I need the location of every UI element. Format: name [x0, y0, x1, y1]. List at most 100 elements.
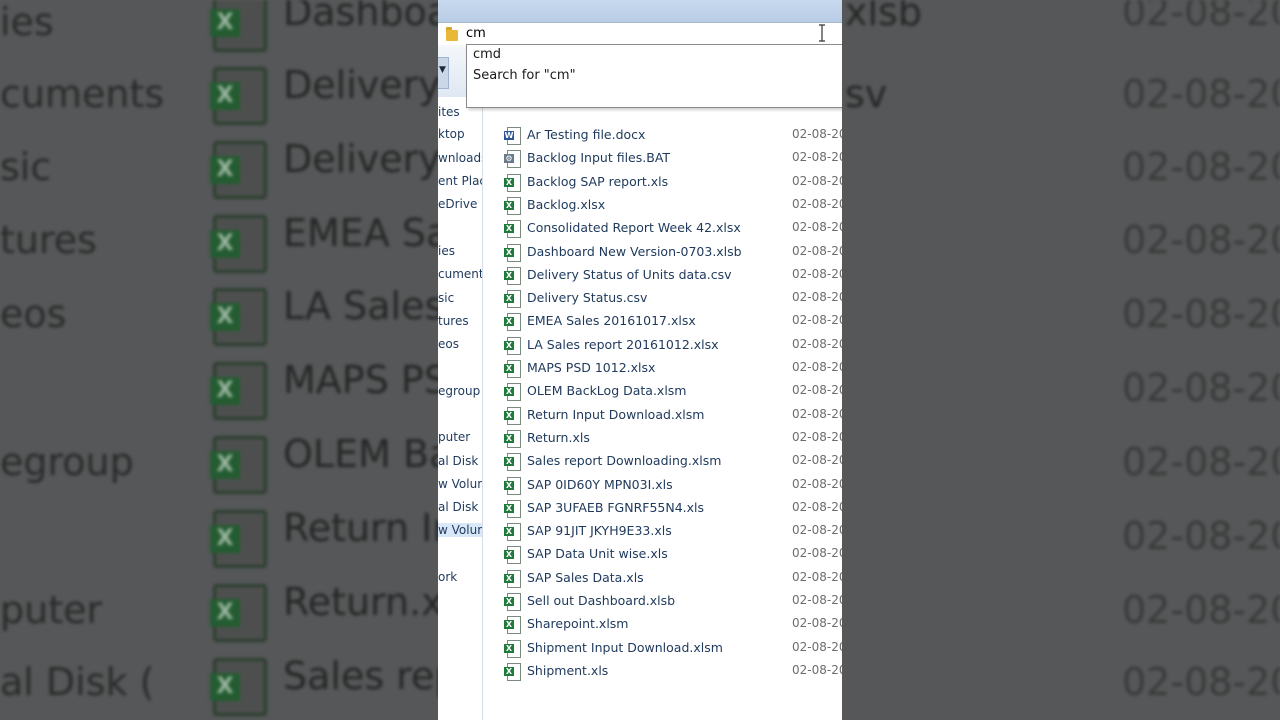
file-name: SAP 0ID60Y MPN03I.xls [527, 476, 673, 492]
nav-item-local-disk[interactable]: al Disk ( [438, 500, 482, 514]
file-row[interactable]: ⚙ Backlog Input files.BAT 02-08-20 [486, 147, 842, 170]
file-name: EMEA Sales 20161017.xlsx [527, 313, 696, 329]
file-name: Shipment Input Download.xlsm [527, 639, 723, 655]
file-row[interactable]: X SAP 0ID60Y MPN03I.xls 02-08-20 [486, 474, 842, 497]
nav-item-homegroup[interactable]: egroup [438, 384, 480, 398]
file-row[interactable]: X Delivery Status.csv 02-08-20 [486, 287, 842, 310]
file-row[interactable]: X Backlog.xlsx 02-08-20 [486, 194, 842, 217]
excel-file-icon: X [210, 584, 267, 642]
file-date: 02-08-20 [792, 150, 842, 165]
file-row[interactable]: X Delivery Status of Units data.csv 02-08-… [486, 264, 842, 287]
nav-item-videos[interactable]: eos [438, 337, 459, 351]
file-row[interactable]: X Backlog SAP report.xls 02-08-20 [486, 171, 842, 194]
excel-file-icon: X [504, 406, 521, 425]
file-row[interactable]: X Return.xls 02-08-20 [486, 427, 842, 450]
excel-file-icon: X [504, 593, 521, 611]
excel-file-icon: X [210, 362, 267, 420]
bg-file-name: Delivery [283, 63, 441, 107]
file-name: OLEM BackLog Data.xlsm [527, 383, 687, 399]
excel-file-icon: X [210, 510, 267, 568]
bg-file-name: Sales rep [283, 654, 459, 698]
bg-sidebar-item: puter [0, 588, 103, 632]
address-bar[interactable]: cm [438, 22, 842, 46]
file-date: 02-08-20 [792, 266, 842, 281]
file-name: Backlog Input files.BAT [527, 150, 671, 166]
bg-date: 02-08-20 [1122, 440, 1280, 484]
file-row[interactable]: X Consolidated Report Week 42.xlsx 02-08-2… [486, 217, 842, 240]
file-row[interactable]: X Sales report Downloading.xlsm 02-08-20 [486, 450, 842, 473]
file-row[interactable]: X OLEM BackLog Data.xlsm 02-08-20 [486, 380, 842, 403]
file-row[interactable]: X Return Input Download.xlsm 02-08-20 [486, 404, 842, 427]
excel-file-icon: X [210, 0, 267, 52]
bg-date: 02-08-20 [1122, 588, 1280, 632]
excel-file-icon: X [504, 220, 521, 239]
nav-item-network[interactable]: ork [438, 570, 457, 584]
bg-date: 02-08-20 [1122, 72, 1280, 116]
excel-file-icon: X [210, 658, 267, 716]
file-row[interactable]: X SAP 3UFAEB FGNRF55N4.xls 02-08-20 [486, 497, 842, 520]
file-name: Sharepoint.xlsm [527, 616, 629, 632]
autocomplete-dropdown: cmd Search for "cm" [466, 44, 842, 108]
bg-sidebar-item: cuments [0, 72, 165, 116]
nav-item-favorites[interactable]: ites [438, 105, 460, 119]
file-date: 02-08-20 [792, 662, 842, 677]
file-date: 02-08-20 [792, 336, 842, 351]
file-row[interactable]: X Sharepoint.xlsm 02-08-20 [486, 613, 842, 636]
title-bar[interactable] [438, 0, 842, 22]
bg-sidebar-item: eos [0, 292, 67, 336]
excel-file-icon: X [504, 453, 521, 472]
nav-item-recent-places[interactable]: ent Plac [438, 174, 482, 188]
nav-item-pictures[interactable]: tures [438, 314, 469, 328]
excel-file-icon: X [504, 616, 521, 635]
nav-item-desktop[interactable]: ktop [438, 127, 465, 141]
excel-file-icon: X [504, 360, 521, 378]
file-row[interactable]: X SAP 91JIT JKYH9E33.xls 02-08-20 [486, 520, 842, 543]
file-row[interactable]: X MAPS PSD 1012.xlsx 02-08-20 [486, 357, 842, 380]
file-date: 02-08-20 [792, 453, 842, 468]
nav-item-documents[interactable]: cuments [438, 267, 482, 281]
bg-date: 02-08-20 [1122, 660, 1280, 704]
bg-file-name: MAPS PS [283, 358, 448, 402]
excel-file-icon: X [504, 499, 521, 518]
file-row[interactable]: X Shipment.xls 02-08-20 [486, 660, 842, 683]
nav-item-computer[interactable]: puter [438, 430, 470, 444]
bg-sidebar-item: ies [0, 0, 54, 44]
file-row[interactable]: X Shipment Input Download.xlsm 02-08-20 [486, 637, 842, 660]
excel-file-icon: X [210, 141, 267, 199]
nav-item-new-volume[interactable]: w Volum [438, 477, 482, 491]
nav-item-new-volume-selected[interactable]: w Volum [438, 523, 482, 537]
file-row[interactable]: X SAP Sales Data.xls 02-08-20 [486, 567, 842, 590]
excel-file-icon: X [504, 383, 521, 402]
file-row[interactable]: X Sell out Dashboard.xlsb 02-08-20 [486, 590, 842, 613]
nav-item-libraries[interactable]: ies [438, 244, 455, 258]
file-name: SAP Data Unit wise.xls [527, 546, 668, 562]
nav-item-downloads[interactable]: wnloads [438, 151, 482, 165]
file-row[interactable]: X Dashboard New Version-0703.xlsb 02-08-20 [486, 241, 842, 264]
bg-date: 02-08-20 [1122, 366, 1280, 410]
file-row[interactable]: X EMEA Sales 20161017.xlsx 02-08-20 [486, 310, 842, 333]
nav-item-local-disk[interactable]: al Disk ( [438, 454, 482, 468]
excel-file-icon: X [504, 266, 521, 285]
file-list: W Ar Testing file.docx 02-08-20 ⚙ Backlog In… [486, 100, 842, 720]
file-row[interactable]: W Ar Testing file.docx 02-08-20 [486, 124, 842, 147]
file-date: 02-08-20 [792, 406, 842, 421]
excel-file-icon: X [504, 546, 521, 565]
file-row[interactable]: X LA Sales report 20161012.xlsx 02-08-20 [486, 334, 842, 357]
file-row[interactable]: X SAP Data Unit wise.xls 02-08-20 [486, 543, 842, 566]
excel-file-icon: X [504, 173, 521, 192]
autocomplete-item-search[interactable]: Search for "cm" [473, 68, 576, 83]
file-name: MAPS PSD 1012.xlsx [527, 360, 656, 375]
file-name: Return.xls [527, 429, 590, 445]
autocomplete-item-cmd[interactable]: cmd [473, 47, 501, 62]
address-input[interactable]: cm [466, 26, 486, 41]
bg-file-name: OLEM Ba [283, 432, 453, 476]
bg-sidebar-item: egroup [0, 440, 134, 484]
bg-file-name: Dashboa [283, 0, 451, 34]
bg-file-type: xlsb [845, 0, 922, 34]
excel-file-icon: X [504, 313, 521, 332]
background-sidebar: ies cuments sic tures eos egroup puter a… [0, 0, 164, 720]
nav-item-music[interactable]: sic [438, 291, 454, 305]
file-name: Delivery Status of Units data.csv [527, 266, 732, 282]
nav-item-onedrive[interactable]: eDrive [438, 197, 477, 211]
file-name: SAP Sales Data.xls [527, 569, 644, 585]
